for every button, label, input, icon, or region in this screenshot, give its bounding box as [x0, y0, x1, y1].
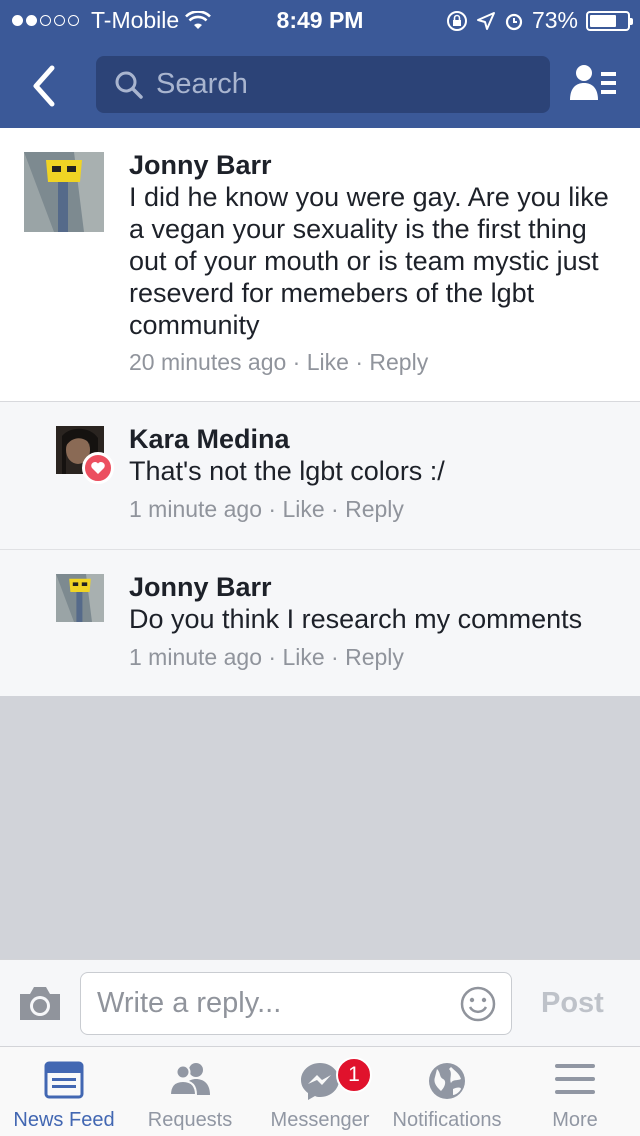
- reply-bar: Write a reply... Post: [0, 959, 640, 1047]
- comment-item: Jonny Barr I did he know you were gay. A…: [0, 128, 640, 402]
- reply-placeholder: Write a reply...: [97, 987, 282, 1019]
- battery-level: [590, 14, 617, 27]
- friend-requests-icon: [168, 1063, 210, 1096]
- globe-icon: [429, 1063, 465, 1099]
- comment-author[interactable]: Jonny Barr: [129, 150, 272, 181]
- battery-percent: 73%: [531, 7, 578, 33]
- alarm-icon: [505, 13, 523, 30]
- reply-input[interactable]: Write a reply...: [80, 972, 512, 1035]
- messenger-badge: 1: [336, 1057, 372, 1093]
- search-input[interactable]: Search: [96, 56, 550, 113]
- comment-text: I did he know you were gay. Are you like…: [129, 182, 609, 340]
- post-button[interactable]: Post: [541, 987, 604, 1020]
- tab-requests[interactable]: Requests: [128, 1047, 252, 1136]
- header: T-Mobile 8:49 PM 73% Search: [0, 0, 640, 128]
- comment-time: 20 minutes ago: [129, 349, 287, 375]
- back-chevron-icon[interactable]: [30, 64, 58, 108]
- tab-label: Messenger: [270, 1109, 370, 1131]
- tab-bar: News Feed Requests Messenger Notificatio…: [0, 1047, 640, 1136]
- comment-author[interactable]: Kara Medina: [129, 424, 290, 455]
- like-link[interactable]: Like: [282, 644, 324, 670]
- tab-label: Notifications: [392, 1109, 502, 1131]
- comment-meta: 1 minute ago · Like · Reply: [129, 496, 404, 522]
- location-icon: [476, 11, 495, 30]
- tab-label: Requests: [147, 1109, 233, 1131]
- avatar-image: [56, 574, 104, 622]
- like-link[interactable]: Like: [282, 496, 324, 522]
- battery-icon: [586, 10, 633, 31]
- comment-meta: 1 minute ago · Like · Reply: [129, 644, 404, 670]
- avatar-image: [24, 152, 104, 232]
- messenger-icon: [301, 1063, 339, 1100]
- smiley-icon[interactable]: [459, 985, 497, 1023]
- search-placeholder: Search: [156, 68, 248, 100]
- rotation-lock-icon: [446, 10, 467, 31]
- tab-news-feed[interactable]: News Feed: [0, 1047, 128, 1136]
- reply-link[interactable]: Reply: [345, 496, 404, 522]
- avatar[interactable]: [24, 152, 104, 232]
- tab-more[interactable]: More: [520, 1047, 630, 1136]
- status-bar: T-Mobile 8:49 PM 73%: [0, 0, 640, 40]
- search-icon: [115, 71, 143, 99]
- comment-item: Kara Medina That's not the lgbt colors :…: [0, 402, 640, 550]
- heart-reaction-icon: [82, 452, 114, 484]
- comment-meta: 20 minutes ago · Like · Reply: [129, 349, 429, 375]
- friend-list-icon[interactable]: [568, 62, 618, 106]
- reply-link[interactable]: Reply: [369, 349, 428, 375]
- avatar[interactable]: [56, 574, 104, 622]
- status-right: 73%: [446, 7, 633, 34]
- comment-author[interactable]: Jonny Barr: [129, 572, 272, 603]
- tab-label: News Feed: [13, 1109, 115, 1131]
- like-link[interactable]: Like: [307, 349, 349, 375]
- tab-label: More: [552, 1109, 598, 1131]
- tab-notifications[interactable]: Notifications: [382, 1047, 512, 1136]
- camera-icon[interactable]: [18, 984, 62, 1022]
- comment-time: 1 minute ago: [129, 644, 262, 670]
- comment-text: That's not the lgbt colors :/: [129, 456, 445, 486]
- comment-item: Jonny Barr Do you think I research my co…: [0, 550, 640, 696]
- reply-link[interactable]: Reply: [345, 644, 404, 670]
- news-feed-icon: [44, 1061, 84, 1099]
- menu-icon: [555, 1064, 595, 1094]
- comment-time: 1 minute ago: [129, 496, 262, 522]
- comment-text: Do you think I research my comments: [129, 604, 583, 634]
